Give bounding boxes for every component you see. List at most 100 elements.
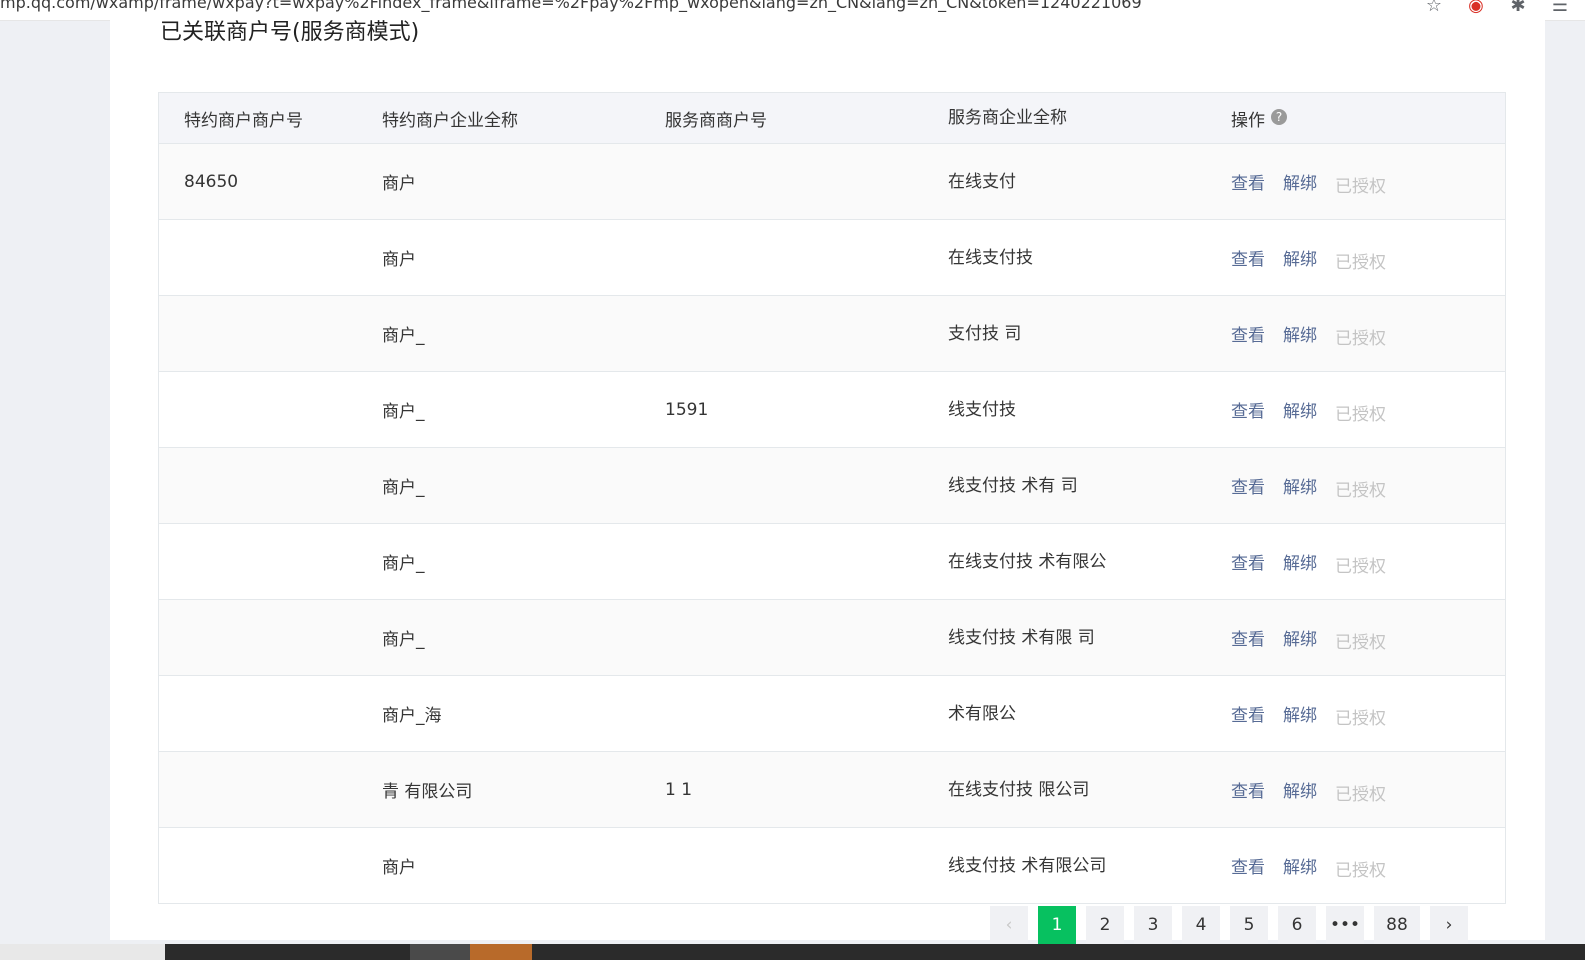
row-actions: 查看 解绑 已授权: [1231, 853, 1505, 881]
prev-page-button[interactable]: ‹: [990, 906, 1028, 944]
reading-list-icon[interactable]: ☰: [1549, 0, 1571, 16]
provider-name-text: 线支付技: [948, 399, 1016, 420]
provider-name-cell: 线支付技: [948, 398, 1231, 422]
extension-icon[interactable]: ✱: [1507, 0, 1529, 16]
provider-name-text: 线支付技 术有限公司: [948, 855, 1107, 876]
row-actions: 查看 解绑 已授权: [1231, 169, 1505, 197]
unbind-link[interactable]: 解绑: [1283, 397, 1317, 422]
row-actions: 查看 解绑 已授权: [1231, 245, 1505, 273]
row-actions: 查看 解绑 已授权: [1231, 473, 1505, 501]
star-icon[interactable]: ☆: [1423, 0, 1445, 16]
authorized-status: 已授权: [1335, 405, 1386, 425]
row-actions: 查看 解绑 已授权: [1231, 321, 1505, 349]
unbind-link[interactable]: 解绑: [1283, 473, 1317, 498]
table-body: 84650 商户 在线支付 查看 解绑 已授权 商户 在线支付技 查看 解绑 已授权 商户_ 支付技 司…: [159, 144, 1505, 903]
authorized-status: 已授权: [1335, 785, 1386, 805]
more-pages-button[interactable]: •••: [1326, 906, 1364, 944]
provider-name-cell: 支付技 司: [948, 322, 1231, 346]
row-actions: 查看 解绑 已授权: [1231, 549, 1505, 577]
view-link[interactable]: 查看: [1231, 701, 1265, 726]
row-actions: 查看 解绑 已授权: [1231, 777, 1505, 805]
view-link[interactable]: 查看: [1231, 853, 1265, 878]
provider-name-text: 线支付技 术有 司: [948, 475, 1078, 496]
table-row: 青 有限公司 1 1 在线支付技 限公司 查看 解绑 已授权: [159, 752, 1505, 828]
unbind-link[interactable]: 解绑: [1283, 549, 1317, 574]
authorized-status: 已授权: [1335, 861, 1386, 881]
view-link[interactable]: 查看: [1231, 169, 1265, 194]
table-row: 商户_海 术有限公 查看 解绑 已授权: [159, 676, 1505, 752]
unbind-link[interactable]: 解绑: [1283, 853, 1317, 878]
header-actions: 操作 ?: [1231, 106, 1505, 131]
provider-name-text: 在线支付技: [948, 247, 1033, 268]
provider-name-text: 在线支付: [948, 171, 1016, 192]
header-merchant-name: 特约商户企业全称: [382, 110, 518, 131]
provider-name-cell: 在线支付: [948, 170, 1231, 194]
merchant-name-cell: 商户_: [382, 326, 425, 346]
unbind-link[interactable]: 解绑: [1283, 625, 1317, 650]
page-button-5[interactable]: 5: [1230, 906, 1268, 944]
unbind-link[interactable]: 解绑: [1283, 245, 1317, 270]
page-button-4[interactable]: 4: [1182, 906, 1220, 944]
merchant-name-cell: 商户_: [382, 630, 425, 650]
merchant-table: 特约商户商户号 特约商户企业全称 服务商商户号 服务商企业全称 操作 ? 846…: [158, 92, 1506, 904]
table-row: 商户_ 线支付技 术有限 司 查看 解绑 已授权: [159, 600, 1505, 676]
merchant-name-cell: 商户_: [382, 402, 425, 422]
page-button-1[interactable]: 1: [1038, 906, 1076, 944]
row-actions: 查看 解绑 已授权: [1231, 397, 1505, 425]
row-actions: 查看 解绑 已授权: [1231, 625, 1505, 653]
view-link[interactable]: 查看: [1231, 625, 1265, 650]
view-link[interactable]: 查看: [1231, 777, 1265, 802]
header-provider-name: 服务商企业全称: [948, 108, 1067, 128]
provider-name-cell: 术有限公: [948, 702, 1231, 726]
unbind-link[interactable]: 解绑: [1283, 169, 1317, 194]
merchant-name-cell: 商户: [382, 174, 416, 194]
section-title: 已关联商户号(服务商模式): [160, 20, 420, 45]
provider-name-cell: 在线支付技 术有限公: [948, 550, 1231, 574]
merchant-name-cell: 商户_: [382, 478, 425, 498]
authorized-status: 已授权: [1335, 177, 1386, 197]
authorized-status: 已授权: [1335, 633, 1386, 653]
view-link[interactable]: 查看: [1231, 397, 1265, 422]
view-link[interactable]: 查看: [1231, 245, 1265, 270]
provider-name-text: 在线支付技 术有限公: [948, 551, 1107, 572]
unbind-link[interactable]: 解绑: [1283, 701, 1317, 726]
page-button-3[interactable]: 3: [1134, 906, 1172, 944]
page-button-2[interactable]: 2: [1086, 906, 1124, 944]
provider-name-cell: 线支付技 术有限 司: [948, 626, 1231, 650]
provider-name-text: 在线支付技 限公司: [948, 779, 1090, 800]
taskbar: [0, 944, 1585, 960]
next-page-button[interactable]: ›: [1430, 906, 1468, 944]
table-row: 84650 商户 在线支付 查看 解绑 已授权: [159, 144, 1505, 220]
browser-toolbar: ☆ ◉ ✱ ☰: [1423, 0, 1571, 16]
record-icon[interactable]: ◉: [1465, 0, 1487, 16]
table-row: 商户 在线支付技 查看 解绑 已授权: [159, 220, 1505, 296]
provider-name-cell: 线支付技 术有限公司: [948, 854, 1231, 878]
merchant-name-cell: 商户_海: [382, 706, 442, 726]
provider-name-cell: 线支付技 术有 司: [948, 474, 1231, 498]
provider-name-text: 支付技 司: [948, 323, 1022, 344]
page-button-6[interactable]: 6: [1278, 906, 1316, 944]
view-link[interactable]: 查看: [1231, 549, 1265, 574]
provider-name-cell: 在线支付技: [948, 246, 1231, 270]
page-button-last[interactable]: 88: [1374, 906, 1420, 944]
table-row: 商户_ 支付技 司 查看 解绑 已授权: [159, 296, 1505, 372]
unbind-link[interactable]: 解绑: [1283, 777, 1317, 802]
authorized-status: 已授权: [1335, 481, 1386, 501]
view-link[interactable]: 查看: [1231, 473, 1265, 498]
table-row: 商户_ 线支付技 术有 司 查看 解绑 已授权: [159, 448, 1505, 524]
header-provider-id: 服务商商户号: [665, 110, 767, 131]
authorized-status: 已授权: [1335, 329, 1386, 349]
merchant-name-cell: 商户_: [382, 554, 425, 574]
header-actions-label: 操作: [1231, 110, 1265, 131]
help-icon[interactable]: ?: [1271, 109, 1287, 125]
merchant-name-cell: 商户: [382, 858, 416, 878]
merchant-name-cell: 青 有限公司: [382, 782, 473, 802]
unbind-link[interactable]: 解绑: [1283, 321, 1317, 346]
main-panel: 已关联商户号(服务商模式) 特约商户商户号 特约商户企业全称 服务商商户号 服务…: [110, 20, 1545, 944]
merchant-name-cell: 商户: [382, 250, 416, 270]
header-merchant-id: 特约商户商户号: [184, 110, 303, 131]
view-link[interactable]: 查看: [1231, 321, 1265, 346]
table-header: 特约商户商户号 特约商户企业全称 服务商商户号 服务商企业全称 操作 ?: [159, 93, 1505, 144]
provider-name-text: 线支付技 术有限 司: [948, 627, 1095, 648]
url-text[interactable]: mp.qq.com/wxamp/frame/wxpay?t=wxpay%2Fin…: [0, 0, 1142, 12]
